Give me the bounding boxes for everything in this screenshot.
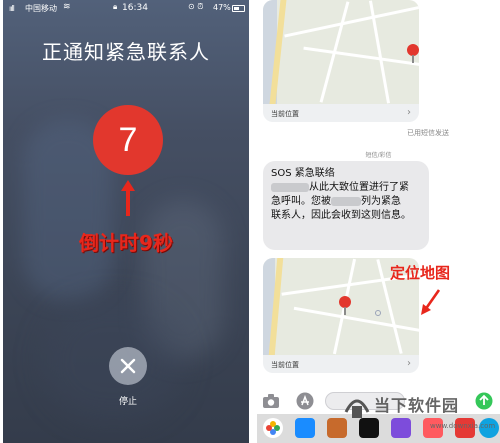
blurred-name — [271, 182, 309, 192]
app-icon[interactable] — [391, 418, 411, 438]
map-poi-icon — [375, 310, 381, 316]
arrow-down-left-icon — [421, 289, 441, 315]
alarm-icon: ⊙ ⏰︎ — [188, 2, 204, 11]
location-map-bar[interactable]: 当前位置 › — [263, 355, 419, 373]
memoji-icon[interactable] — [327, 418, 347, 438]
location-pin-icon — [339, 296, 351, 315]
watermark-url: www.downxia.com — [430, 422, 496, 430]
location-map[interactable] — [263, 0, 419, 104]
status-time: 16:34 — [122, 3, 148, 13]
countdown-circle: 7 — [93, 105, 163, 175]
map-location-label: 当前位置 — [271, 361, 299, 369]
location-map-bar[interactable]: 当前位置 › — [263, 104, 419, 122]
countdown-caption: 倒计时9秒 — [79, 231, 173, 255]
arrow-up-icon — [121, 180, 135, 216]
sos-line: 急呼叫。您被 — [271, 196, 331, 207]
lock-icon: 🔒︎ — [113, 2, 118, 11]
page-title: 正通知紧急联系人 — [42, 40, 210, 64]
location-pin-icon — [407, 44, 419, 63]
map-caption: 定位地图 — [390, 264, 451, 282]
emergency-countdown-screen: ııll 中国移动 ≋ 🔒︎ 16:34 ⊙ ⏰︎ 47% 正通知紧急联系人 7… — [3, 0, 249, 443]
blurred-name — [331, 196, 361, 206]
camera-icon[interactable] — [262, 392, 280, 410]
carrier-name: 中国移动 — [25, 4, 57, 13]
battery-percent: 47% — [213, 3, 231, 12]
battery-icon — [232, 5, 245, 12]
signal-icon: ııll — [9, 4, 15, 13]
chevron-right-icon: › — [407, 358, 411, 369]
watermark-logo — [344, 399, 370, 418]
message-type-label: 短信/彩信 — [365, 152, 392, 159]
photos-icon[interactable] — [263, 418, 283, 438]
stop-button[interactable] — [109, 347, 147, 385]
sos-message-bubble[interactable]: SOS 紧急联络 从此大致位置进行了紧 急呼叫。您被 列为紧急 联系人，因此会收到… — [263, 161, 429, 250]
music-icon[interactable] — [359, 418, 379, 438]
delivered-status: 已用短信发送 — [407, 129, 449, 137]
messages-screen: 当前位置 › 已用短信发送 短信/彩信 SOS 紧急联络 从此大致位置进行了紧 … — [257, 0, 500, 443]
sos-line: 联系人，因此会收到这则信息。 — [271, 210, 411, 221]
send-icon[interactable] — [475, 392, 493, 410]
app-store-icon[interactable] — [296, 392, 314, 410]
sos-line: 从此大致位置进行了紧 — [309, 182, 409, 193]
sos-title: SOS 紧急联络 — [271, 168, 335, 179]
stop-label: 停止 — [118, 397, 137, 407]
watermark-text: 当下软件园 — [374, 396, 460, 415]
wifi-icon: ≋ — [63, 2, 71, 12]
map-location-label: 当前位置 — [271, 110, 299, 118]
app-store-icon[interactable] — [295, 418, 315, 438]
close-icon — [120, 358, 136, 374]
status-bar: ııll 中国移动 ≋ 🔒︎ 16:34 ⊙ ⏰︎ 47% — [3, 2, 249, 16]
chevron-right-icon: › — [407, 107, 411, 118]
sos-line: 列为紧急 — [361, 196, 401, 207]
